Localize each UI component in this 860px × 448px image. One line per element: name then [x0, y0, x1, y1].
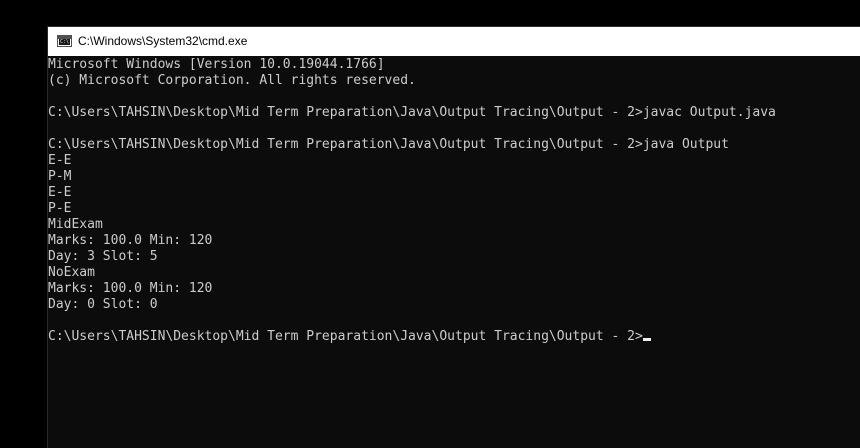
window-title: C:\Windows\System32\cmd.exe [78, 34, 248, 48]
screen: C:\ C:\Windows\System32\cmd.exe Microsof… [0, 0, 860, 448]
console-prompt-line[interactable]: C:\Users\TAHSIN\Desktop\Mid Term Prepara… [48, 329, 776, 345]
console-line: (c) Microsoft Corporation. All rights re… [48, 73, 416, 88]
console-line: Microsoft Windows [Version 10.0.19044.17… [48, 57, 385, 72]
console-line: E-E [48, 185, 72, 200]
console-lines: Microsoft Windows [Version 10.0.19044.17… [48, 57, 776, 345]
cmd-console-icon[interactable]: C:\ [57, 35, 72, 47]
console-line: NoExam [48, 265, 95, 280]
console-line: P-E [48, 201, 72, 216]
console-line: Marks: 100.0 Min: 120 [48, 281, 213, 296]
text-cursor [642, 338, 651, 341]
console-line: C:\Users\TAHSIN\Desktop\Mid Term Prepara… [48, 137, 729, 152]
console-line: Marks: 100.0 Min: 120 [48, 233, 213, 248]
console-line: P-M [48, 169, 72, 184]
console-line: Day: 0 Slot: 0 [48, 297, 158, 312]
console-line: Day: 3 Slot: 5 [48, 249, 158, 264]
icon-screen-glyph: C:\ [59, 39, 70, 45]
console-prompt-text: C:\Users\TAHSIN\Desktop\Mid Term Prepara… [48, 329, 643, 344]
console-line: E-E [48, 153, 72, 168]
desktop-background-top [0, 0, 860, 26]
desktop-background-left [0, 0, 47, 448]
window-titlebar[interactable]: C:\ C:\Windows\System32\cmd.exe [48, 27, 860, 56]
console-output-area[interactable]: Microsoft Windows [Version 10.0.19044.17… [48, 56, 860, 448]
cmd-window: C:\ C:\Windows\System32\cmd.exe Microsof… [47, 26, 860, 448]
console-line: C:\Users\TAHSIN\Desktop\Mid Term Prepara… [48, 105, 776, 120]
console-line: MidExam [48, 217, 103, 232]
